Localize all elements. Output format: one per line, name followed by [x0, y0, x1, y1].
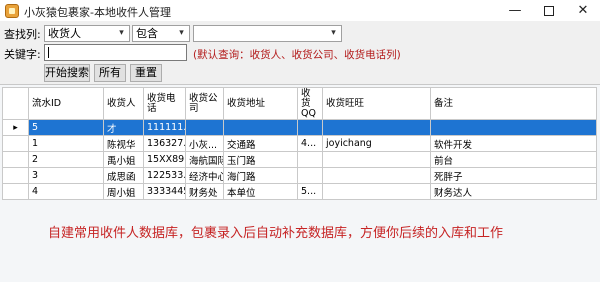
table-row[interactable]: 1 陈视华 136327... 小灰... 交通路 4... joyichang… — [2, 135, 597, 152]
column-header-name[interactable]: 收货人 — [103, 87, 144, 120]
reset-button[interactable]: 重置 — [130, 64, 162, 82]
match-mode-value: 包含 — [136, 27, 158, 40]
value-select[interactable]: ▾ — [193, 25, 342, 42]
column-header-phone[interactable]: 收货电话 — [143, 87, 186, 120]
table-cell[interactable]: joyichang — [322, 135, 431, 152]
table-cell[interactable]: 136327... — [143, 135, 186, 152]
column-header-company[interactable]: 收货公司 — [185, 87, 224, 120]
table-cell[interactable]: 122533... — [143, 167, 186, 184]
table-cell[interactable]: 陈视华 — [103, 135, 144, 152]
row-header-corner — [2, 87, 29, 120]
table-cell[interactable]: 死胖子 — [430, 167, 597, 184]
table-cell[interactable]: 小灰... — [185, 135, 224, 152]
dropdown-arrow-icon: ▾ — [119, 28, 124, 38]
column-header-wangwang[interactable]: 收货旺旺 — [322, 87, 431, 120]
table-cell[interactable]: 本单位 — [223, 183, 298, 200]
row-header[interactable] — [2, 151, 29, 168]
table-cell[interactable]: 1 — [28, 135, 104, 152]
table-cell[interactable]: 111111... — [143, 119, 186, 136]
table-cell[interactable]: 前台 — [430, 151, 597, 168]
table-cell[interactable] — [322, 151, 431, 168]
app-icon — [5, 4, 19, 18]
table-cell[interactable] — [297, 119, 323, 136]
table-cell[interactable]: 禹小姐 — [103, 151, 144, 168]
table-cell[interactable]: 玉门路 — [223, 151, 298, 168]
table-cell[interactable]: 5 — [28, 119, 104, 136]
table-cell[interactable]: 成思函 — [103, 167, 144, 184]
table-cell[interactable]: 财务处 — [185, 183, 224, 200]
table-cell[interactable] — [297, 167, 323, 184]
dropdown-arrow-icon: ▾ — [331, 28, 336, 38]
maximize-button[interactable] — [532, 0, 566, 22]
close-icon: ✕ — [577, 3, 589, 18]
table-cell[interactable]: 4... — [297, 135, 323, 152]
table-cell[interactable] — [322, 183, 431, 200]
title-bar: 小灰猿包裹家-本地收件人管理 — ✕ — [0, 0, 600, 22]
minimize-button[interactable]: — — [498, 0, 532, 22]
column-header-address[interactable]: 收货地址 — [223, 87, 298, 120]
search-panel: 查找列: 收货人 ▾ 包含 ▾ ▾ 关键字: (默认查询：收货人、收货公司、收货… — [0, 22, 600, 84]
column-header-id[interactable]: 流水ID — [28, 87, 104, 120]
table-cell[interactable]: 海航国际 — [185, 151, 224, 168]
table-cell[interactable]: 财务达人 — [430, 183, 597, 200]
row-pointer-icon: ▸ — [2, 119, 29, 136]
search-column-label: 查找列: — [4, 28, 41, 41]
table-row[interactable]: 2 禹小姐 15XX89... 海航国际 玉门路 前台 — [2, 151, 597, 168]
table-cell[interactable]: 交通路 — [223, 135, 298, 152]
table-cell[interactable] — [185, 119, 224, 136]
match-mode-select[interactable]: 包含 ▾ — [132, 25, 190, 42]
column-header-qq[interactable]: 收货QQ — [297, 87, 323, 120]
recipient-table: 流水ID 收货人 收货电话 收货公司 收货地址 收货QQ 收货旺旺 备注 ▸ 5… — [2, 87, 597, 200]
table-cell[interactable] — [297, 151, 323, 168]
column-header-remark[interactable]: 备注 — [430, 87, 597, 120]
show-all-button[interactable]: 所有 — [94, 64, 126, 82]
row-header[interactable] — [2, 135, 29, 152]
maximize-icon — [544, 5, 554, 16]
table-cell[interactable]: 15XX89... — [143, 151, 186, 168]
row-header[interactable] — [2, 183, 29, 200]
table-header-row: 流水ID 收货人 收货电话 收货公司 收货地址 收货QQ 收货旺旺 备注 — [2, 87, 597, 120]
recipient-grid[interactable]: 流水ID 收货人 收货电话 收货公司 收货地址 收货QQ 收货旺旺 备注 ▸ 5… — [0, 84, 600, 282]
keyword-label: 关键字: — [4, 48, 41, 61]
table-cell[interactable]: 2 — [28, 151, 104, 168]
close-button[interactable]: ✕ — [566, 0, 600, 22]
table-cell[interactable]: 海门路 — [223, 167, 298, 184]
dropdown-arrow-icon: ▾ — [179, 28, 184, 38]
window-title: 小灰猿包裹家-本地收件人管理 — [24, 6, 171, 19]
table-cell[interactable]: 经济中心 — [185, 167, 224, 184]
text-caret — [48, 47, 49, 58]
table-cell[interactable]: 3 — [28, 167, 104, 184]
table-row[interactable]: 4 周小姐 333344556 财务处 本单位 5... 财务达人 — [2, 183, 597, 200]
table-cell[interactable] — [223, 119, 298, 136]
table-cell[interactable]: 才 — [103, 119, 144, 136]
table-cell[interactable]: 5... — [297, 183, 323, 200]
feature-notice: 自建常用收件人数据库，包裹录入后自动补充数据库，方便你后续的入库和工作 — [48, 226, 504, 241]
search-column-select[interactable]: 收货人 ▾ — [44, 25, 130, 42]
table-cell[interactable] — [322, 119, 431, 136]
table-row[interactable]: ▸ 5 才 111111... — [2, 119, 597, 136]
search-hint: (默认查询：收货人、收货公司、收货电话列) — [193, 49, 401, 61]
table-cell[interactable]: 周小姐 — [103, 183, 144, 200]
table-row[interactable]: 3 成思函 122533... 经济中心 海门路 死胖子 — [2, 167, 597, 184]
table-cell[interactable] — [430, 119, 597, 136]
keyword-input[interactable] — [44, 44, 187, 61]
start-search-button[interactable]: 开始搜索 — [44, 64, 90, 82]
row-header[interactable] — [2, 167, 29, 184]
table-cell[interactable]: 4 — [28, 183, 104, 200]
search-column-value: 收货人 — [48, 27, 81, 40]
minimize-icon: — — [508, 3, 522, 18]
table-cell[interactable]: 333344556 — [143, 183, 186, 200]
table-cell[interactable]: 软件开发 — [430, 135, 597, 152]
table-cell[interactable] — [322, 167, 431, 184]
